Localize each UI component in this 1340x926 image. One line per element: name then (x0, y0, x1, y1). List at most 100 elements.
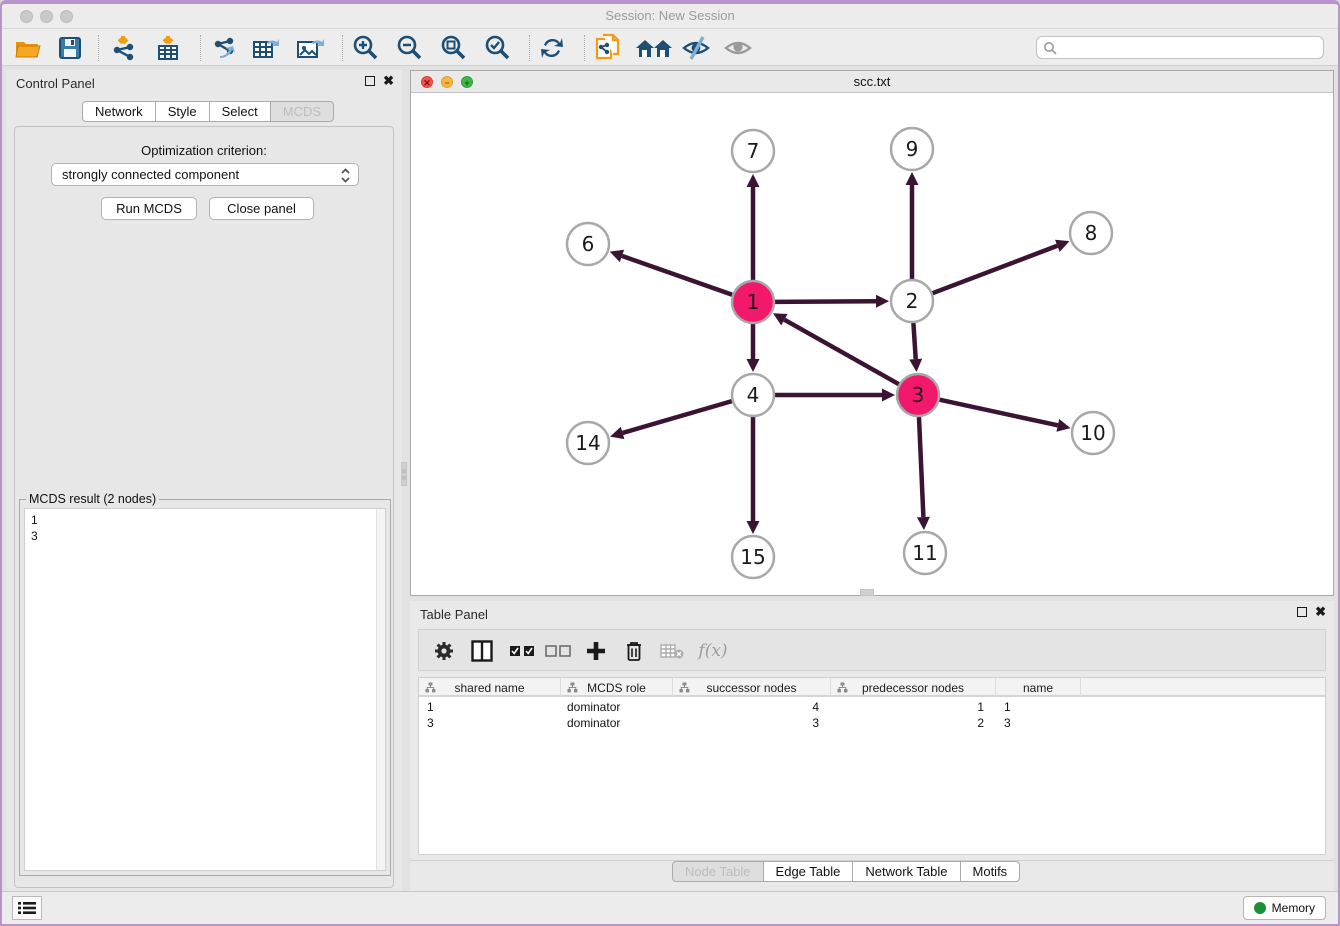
zoom-out-icon[interactable] (393, 34, 425, 62)
graph-arrowhead (747, 521, 760, 534)
cell-successor-nodes[interactable]: 4 (673, 699, 819, 715)
zoom-selected-icon[interactable] (481, 34, 513, 62)
graph-arrowhead (747, 359, 760, 372)
application-window: Session: New Session (0, 0, 1340, 926)
export-image-icon[interactable] (294, 34, 326, 62)
cell-mcds-role[interactable]: dominator (567, 715, 671, 731)
table-row[interactable]: 3 dominator 3 2 3 (419, 715, 1325, 731)
control-panel: Control Panel ✖ Network Style Select MCD… (6, 70, 402, 894)
graph-node-label: 10 (1080, 421, 1105, 445)
import-network-icon[interactable] (108, 34, 140, 62)
tab-style[interactable]: Style (156, 101, 210, 122)
task-history-button[interactable] (12, 896, 42, 920)
show-panels-eye-icon[interactable] (722, 34, 754, 62)
app-title: Session: New Session (2, 8, 1338, 23)
control-panel-title: Control Panel (16, 76, 95, 91)
table-row[interactable]: 1 dominator 4 1 1 (419, 699, 1325, 715)
cell-predecessor-nodes[interactable]: 2 (831, 715, 984, 731)
add-column-plus-icon[interactable] (581, 637, 611, 665)
graph-node-label: 2 (906, 289, 919, 313)
import-table-icon[interactable] (152, 34, 184, 62)
column-view-icon[interactable] (467, 637, 497, 665)
graph-edge-4-14[interactable] (623, 401, 732, 433)
unselect-all-columns-icon[interactable] (543, 637, 573, 665)
graph-edge-1-6[interactable] (622, 256, 732, 295)
toolbar-separator (342, 35, 343, 61)
table-header-row: shared name MCDS role successor nodes pr… (419, 678, 1325, 697)
tab-mcds[interactable]: MCDS (271, 101, 334, 122)
graph-edge-2-3[interactable] (913, 323, 915, 359)
mcds-result-text[interactable]: 1 3 (24, 508, 386, 871)
float-panel-icon[interactable] (365, 76, 375, 86)
hierarchy-icon (567, 682, 578, 693)
tab-edge-table[interactable]: Edge Table (764, 861, 854, 882)
list-icon (18, 901, 36, 915)
scrollbar[interactable] (376, 509, 385, 870)
close-panel-button[interactable]: Close panel (209, 197, 314, 220)
zoom-fit-icon[interactable] (437, 34, 469, 62)
memory-button[interactable]: Memory (1243, 896, 1326, 920)
cell-successor-nodes[interactable]: 3 (673, 715, 819, 731)
cell-shared-name[interactable]: 1 (427, 699, 557, 715)
close-panel-icon[interactable]: ✖ (1315, 607, 1326, 617)
column-header-successor-nodes[interactable]: successor nodes (673, 678, 831, 697)
graph-edge-2-8[interactable] (933, 246, 1058, 293)
export-table-icon[interactable] (250, 34, 282, 62)
graph-edge-3-11[interactable] (919, 417, 923, 517)
float-panel-icon[interactable] (1297, 607, 1307, 617)
toolbar-separator (98, 35, 99, 61)
search-input[interactable] (1061, 38, 1319, 57)
save-session-icon[interactable] (54, 34, 86, 62)
graph-arrowhead (917, 517, 930, 530)
cell-name[interactable]: 3 (1004, 715, 1081, 731)
tab-motifs[interactable]: Motifs (961, 861, 1021, 882)
column-header-name[interactable]: name (996, 678, 1081, 697)
delete-column-trash-icon[interactable] (619, 637, 649, 665)
graph-edge-1-2[interactable] (775, 301, 876, 302)
function-builder-icon[interactable]: f(x) (695, 637, 731, 665)
hide-panels-eye-icon[interactable] (680, 34, 712, 62)
tab-network-table[interactable]: Network Table (853, 861, 960, 882)
main-toolbar (2, 29, 1338, 66)
column-header-mcds-role[interactable]: MCDS role (561, 678, 673, 697)
table-settings-gear-icon[interactable] (431, 637, 457, 665)
open-session-icon[interactable] (12, 34, 44, 62)
tab-select[interactable]: Select (210, 101, 271, 122)
export-network-icon[interactable] (208, 34, 240, 62)
memory-status-icon (1254, 902, 1266, 914)
graph-arrowhead (747, 174, 760, 187)
refresh-layout-icon[interactable] (536, 34, 568, 62)
hierarchy-icon (425, 682, 436, 693)
control-panel-tabs: Network Style Select MCDS (82, 101, 334, 122)
search-box[interactable] (1036, 36, 1324, 59)
dropdown-value: strongly connected component (62, 167, 239, 182)
graph-node-label: 6 (582, 232, 595, 256)
optimization-criterion-select[interactable]: strongly connected component (51, 163, 359, 186)
delete-table-icon[interactable] (657, 637, 687, 665)
tab-node-table[interactable]: Node Table (672, 861, 764, 882)
home-icon[interactable] (634, 34, 674, 62)
clone-network-icon[interactable] (592, 34, 624, 62)
cell-predecessor-nodes[interactable]: 1 (831, 699, 984, 715)
cell-mcds-role[interactable]: dominator (567, 699, 671, 715)
tab-network[interactable]: Network (82, 101, 156, 122)
node-table[interactable]: shared name MCDS role successor nodes pr… (418, 677, 1326, 855)
column-header-predecessor-nodes[interactable]: predecessor nodes (831, 678, 996, 697)
column-header-shared-name[interactable]: shared name (419, 678, 561, 697)
cell-name[interactable]: 1 (1004, 699, 1081, 715)
select-all-columns-icon[interactable] (507, 637, 537, 665)
graph-node-label: 1 (747, 290, 760, 314)
network-window-titlebar[interactable]: ✕ − + scc.txt (411, 71, 1333, 93)
cell-shared-name[interactable]: 3 (427, 715, 557, 731)
network-graph[interactable]: 1234678910111415 (411, 93, 1333, 595)
graph-node-label: 8 (1085, 221, 1098, 245)
graph-edge-3-1[interactable] (784, 320, 898, 385)
run-mcds-button[interactable]: Run MCDS (101, 197, 197, 220)
splitter-grip-vertical[interactable] (401, 462, 407, 486)
close-panel-icon[interactable]: ✖ (383, 76, 394, 86)
zoom-in-icon[interactable] (349, 34, 381, 62)
graph-node-label: 11 (912, 541, 937, 565)
graph-node-label: 14 (575, 431, 600, 455)
splitter-grip-horizontal[interactable] (860, 589, 874, 596)
graph-edge-3-10[interactable] (939, 400, 1057, 426)
